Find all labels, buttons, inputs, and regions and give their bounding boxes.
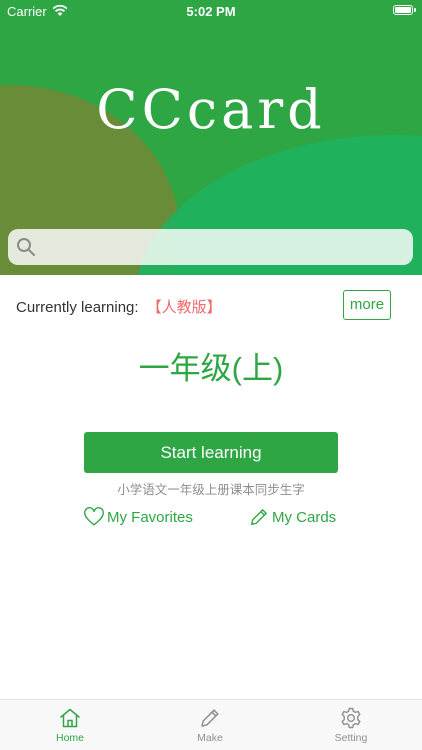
tab-home[interactable]: Home (30, 706, 110, 744)
home-icon (60, 708, 80, 728)
tab-setting-label: Setting (334, 732, 368, 744)
tab-bar: Home Make Setting (0, 699, 422, 750)
search-icon (17, 238, 35, 256)
my-cards-label: My Cards (272, 508, 337, 526)
status-time: 5:02 PM (186, 4, 236, 19)
search-input[interactable] (42, 231, 413, 263)
my-cards-link[interactable]: My Cards (248, 506, 336, 528)
current-learning-row: Currently learning: 【人教版】 (16, 296, 222, 317)
search-bar[interactable] (8, 229, 413, 265)
start-learning-button[interactable]: Start learning (84, 432, 338, 473)
pencil-icon (201, 709, 219, 727)
tab-make[interactable]: Make (170, 706, 250, 744)
tab-setting[interactable]: Setting (311, 706, 391, 744)
gear-icon (341, 707, 361, 729)
tab-home-label: Home (55, 732, 84, 744)
grade-title: 一年级(上) (138, 351, 284, 386)
my-favorites-label: My Favorites (107, 508, 193, 526)
current-learning-label: Currently learning: (16, 299, 139, 316)
status-bar: Carrier 5:02 PM (0, 0, 422, 22)
more-button[interactable]: more (343, 290, 391, 320)
tab-make-label: Make (197, 732, 223, 744)
battery-tip (414, 8, 416, 12)
course-description: 小学语文一年级上册课本同步生字 (117, 483, 305, 497)
battery-icon (393, 5, 413, 15)
my-favorites-link[interactable]: My Favorites (83, 506, 193, 528)
app-title: CCcard (96, 78, 326, 141)
edition-label: 【人教版】 (146, 299, 222, 316)
header-banner: Carrier 5:02 PM CCcard (0, 0, 422, 275)
heart-icon (84, 507, 104, 526)
pencil-icon (250, 509, 267, 526)
